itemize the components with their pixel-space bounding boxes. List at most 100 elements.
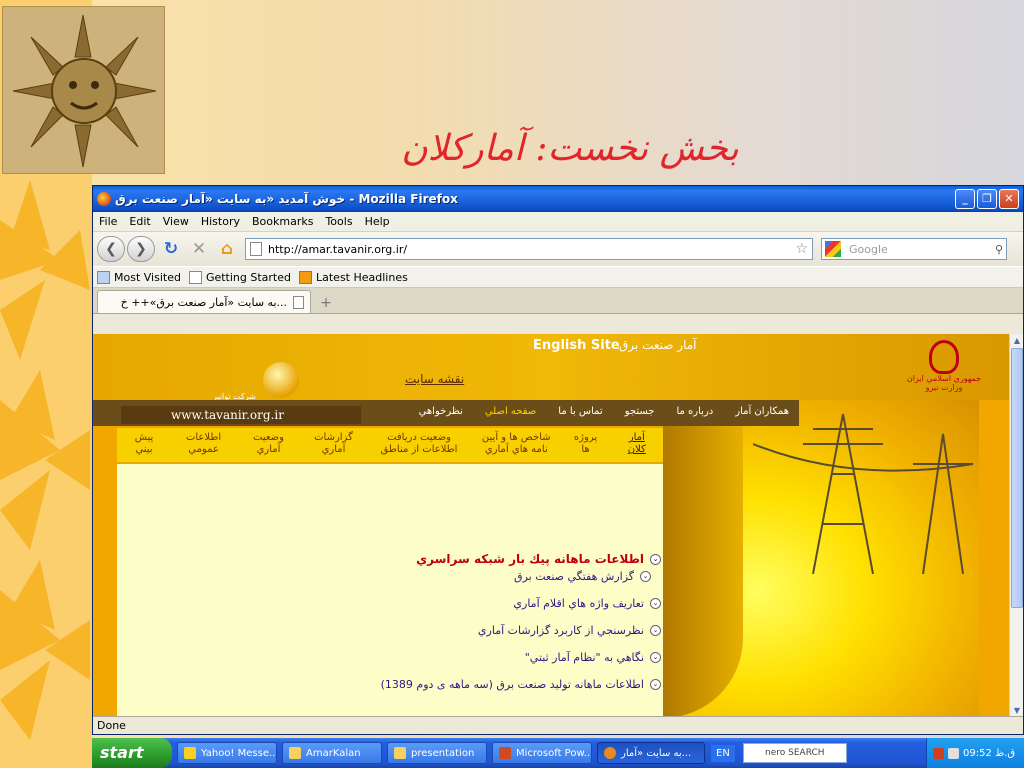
banner-curve bbox=[663, 400, 743, 718]
home-icon[interactable]: ⌂ bbox=[216, 238, 238, 260]
system-tray: 09:52 ق.ظ bbox=[926, 738, 1024, 768]
new-tab-button[interactable]: + bbox=[314, 293, 338, 313]
scroll-thumb[interactable] bbox=[1011, 348, 1023, 608]
status-bar: Done bbox=[93, 716, 1023, 734]
search-input[interactable]: Google bbox=[849, 243, 995, 256]
menu-view[interactable]: View bbox=[163, 215, 189, 228]
menu-file[interactable]: File bbox=[99, 215, 117, 228]
nav-poll[interactable]: نظرخواهي bbox=[419, 406, 463, 417]
subnav-macro-stats[interactable]: آمار كلان bbox=[619, 432, 655, 462]
chevron-down-icon: ⌄ bbox=[650, 679, 661, 690]
stop-icon[interactable]: ✕ bbox=[188, 238, 210, 260]
emblem-icon bbox=[929, 340, 959, 374]
subnav-projects[interactable]: پروژه ها bbox=[569, 432, 603, 462]
chevron-down-icon: ⌄ bbox=[650, 652, 661, 663]
search-box[interactable]: Google ⚲ bbox=[821, 238, 1007, 260]
google-icon[interactable] bbox=[825, 241, 841, 257]
english-site-link[interactable]: English Site bbox=[533, 338, 620, 353]
nero-search-box[interactable]: nero SEARCH bbox=[742, 743, 847, 763]
nav-search[interactable]: جستجو bbox=[625, 406, 655, 417]
bookmarks-toolbar: Most Visited Getting Started Latest Head… bbox=[93, 266, 1023, 288]
nav-contact[interactable]: تماس با ما bbox=[558, 406, 602, 417]
menu-help[interactable]: Help bbox=[365, 215, 390, 228]
vertical-scrollbar[interactable]: ▲ ▼ bbox=[1009, 334, 1023, 718]
bookmark-most-visited[interactable]: Most Visited bbox=[97, 270, 181, 284]
language-indicator[interactable]: EN bbox=[711, 744, 735, 762]
rss-icon bbox=[299, 270, 312, 284]
menu-bookmarks[interactable]: Bookmarks bbox=[252, 215, 313, 228]
site-name: آمار صنعت برق bbox=[619, 338, 697, 352]
subnav-indices[interactable]: شاخص ها و آيين نامه هاي آماري bbox=[480, 432, 552, 462]
subnav-forecast[interactable]: پيش بيني bbox=[125, 432, 163, 462]
task-firefox[interactable]: به سایت «آمار... bbox=[597, 742, 705, 764]
tray-icon[interactable] bbox=[933, 747, 944, 759]
search-icon[interactable]: ⚲ bbox=[995, 243, 1003, 256]
subnav-stat-status[interactable]: وضعيت آماري bbox=[244, 432, 293, 462]
nav-colleagues[interactable]: همكاران آمار bbox=[735, 406, 789, 417]
page-icon bbox=[250, 242, 262, 256]
list-item[interactable]: ⌄ نظرسنجي از كاربرد گزارشات آماري bbox=[161, 624, 661, 637]
site-map-link[interactable]: نقشه سایت bbox=[405, 372, 464, 386]
forward-button[interactable]: ❯ bbox=[127, 236, 155, 262]
list-item[interactable]: ⌄ تعاريف واژه هاي اقلام آماري bbox=[161, 597, 661, 610]
subnav-general-info[interactable]: اطلاعات عمومي bbox=[179, 432, 228, 462]
sun-decoration-3 bbox=[0, 560, 90, 740]
nav-about[interactable]: درباره ما bbox=[676, 406, 713, 417]
firefox-window: خوش آمدید «به سایت «آمار صنعت برق - Mozi… bbox=[92, 185, 1024, 735]
folder-icon bbox=[289, 747, 301, 759]
task-amarkalan[interactable]: AmarKalan bbox=[282, 742, 382, 764]
firefox-icon bbox=[604, 747, 616, 759]
reload-icon[interactable]: ↻ bbox=[160, 238, 182, 260]
back-button[interactable]: ❮ bbox=[97, 236, 125, 262]
bookmark-getting-started[interactable]: Getting Started bbox=[188, 270, 291, 284]
address-bar[interactable]: http://amar.tavanir.org.ir/ ☆ bbox=[245, 238, 813, 260]
page-icon bbox=[293, 295, 304, 309]
site-url: www.tavanir.org.ir bbox=[121, 406, 361, 424]
clock: 09:52 ق.ظ bbox=[963, 747, 1016, 759]
menu-tools[interactable]: Tools bbox=[325, 215, 352, 228]
scroll-up-icon[interactable]: ▲ bbox=[1010, 334, 1024, 348]
list-item[interactable]: ⌄ گزارش هفتگي صنعت برق bbox=[161, 570, 651, 583]
powerpoint-icon bbox=[499, 747, 511, 759]
tab-bar: ...به سایت «آمار صنعت برق»++ خ + bbox=[93, 288, 1023, 314]
start-button[interactable]: start bbox=[92, 738, 172, 768]
yahoo-icon bbox=[184, 747, 196, 759]
title-bar[interactable]: خوش آمدید «به سایت «آمار صنعت برق - Mozi… bbox=[93, 186, 1023, 212]
address-input[interactable]: http://amar.tavanir.org.ir/ bbox=[268, 243, 795, 256]
list-item[interactable]: ⌄ نگاهي به "نظام آمار ثبتي" bbox=[161, 651, 661, 664]
tab-label: ...به سایت «آمار صنعت برق»++ خ bbox=[120, 295, 287, 309]
bookmark-latest-headlines[interactable]: Latest Headlines bbox=[299, 270, 408, 284]
bookmark-star-icon[interactable]: ☆ bbox=[795, 241, 808, 257]
subnav-reports[interactable]: گزارشات آماري bbox=[309, 432, 358, 462]
sun-face-image bbox=[2, 6, 165, 174]
task-presentation[interactable]: presentation bbox=[387, 742, 487, 764]
menu-bar: File Edit View History Bookmarks Tools H… bbox=[93, 212, 1023, 232]
window-title: خوش آمدید «به سایت «آمار صنعت برق - Mozi… bbox=[115, 192, 458, 206]
emblem-text-2: وزارت نيرو bbox=[925, 383, 963, 392]
page-icon bbox=[188, 270, 202, 284]
sub-nav: آمار كلان پروژه ها شاخص ها و آيين نامه ه… bbox=[117, 428, 663, 464]
list-item[interactable]: ⌄ اطلاعات ماهانه پيك بار شبكه سراسري bbox=[161, 552, 661, 566]
links-list: ⌄ اطلاعات ماهانه پيك بار شبكه سراسري ⌄ گزا… bbox=[161, 552, 661, 703]
subnav-receive-status[interactable]: وضعيت دريافت اطلاعات از مناطق bbox=[374, 432, 464, 462]
nav-home[interactable]: صفحه اصلي bbox=[485, 406, 536, 417]
list-item[interactable]: ⌄ اطلاعات ماهانه توليد صنعت برق (سه ماهه … bbox=[161, 678, 661, 691]
folder-icon bbox=[394, 747, 406, 759]
slide-title: بخش نخست: آمارکلان bbox=[401, 128, 739, 169]
maximize-button[interactable]: ❐ bbox=[977, 189, 997, 209]
close-button[interactable]: ✕ bbox=[999, 189, 1019, 209]
chevron-down-icon: ⌄ bbox=[650, 598, 661, 609]
menu-history[interactable]: History bbox=[201, 215, 240, 228]
minimize-button[interactable]: _ bbox=[955, 189, 975, 209]
tray-icon[interactable] bbox=[948, 747, 959, 759]
iran-emblem: جمهوري اسلامي ايران وزارت نيرو bbox=[889, 340, 999, 400]
chevron-down-icon: ⌄ bbox=[650, 553, 661, 565]
page-content: جمهوري اسلامي ايران وزارت نيرو شرکت توان… bbox=[93, 334, 1011, 718]
firefox-icon bbox=[97, 192, 111, 206]
task-powerpoint[interactable]: Microsoft Pow... bbox=[492, 742, 592, 764]
tab-amar[interactable]: ...به سایت «آمار صنعت برق»++ خ bbox=[97, 290, 311, 313]
most-visited-icon bbox=[97, 270, 110, 284]
task-yahoo[interactable]: Yahoo! Messe... bbox=[177, 742, 277, 764]
main-nav: www.tavanir.org.ir همكاران آمار درباره م… bbox=[93, 400, 799, 426]
menu-edit[interactable]: Edit bbox=[129, 215, 150, 228]
